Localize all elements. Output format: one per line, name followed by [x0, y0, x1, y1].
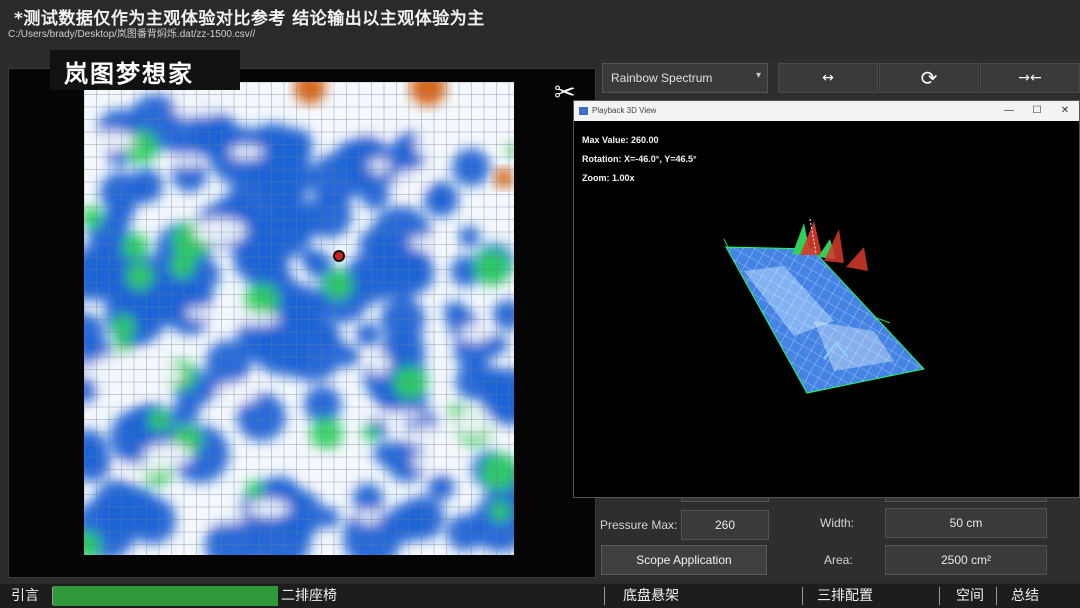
- chapter-divider: [939, 587, 940, 605]
- top-banner: *测试数据仅作为主观体验对比参考 结论输出以主观体验为主 C:/Users/br…: [0, 0, 1080, 42]
- maximize-icon[interactable]: ☐: [1023, 101, 1051, 121]
- app-icon: [579, 107, 588, 115]
- brand-watermark: 岚图梦想家: [50, 50, 240, 90]
- area-field[interactable]: 2500 cm²: [885, 545, 1047, 575]
- pressure-max-label: Pressure Max:: [600, 518, 678, 532]
- heatmap-canvas: [84, 82, 514, 555]
- chapter-intro[interactable]: 引言: [11, 586, 39, 606]
- expand-horizontal-button[interactable]: ↔: [778, 63, 878, 93]
- chapter-space[interactable]: 空间: [956, 586, 984, 606]
- expand-horizontal-icon: ↔: [822, 70, 834, 86]
- width-field[interactable]: 50 cm: [885, 508, 1047, 538]
- chapter-chassis[interactable]: 底盘悬架: [623, 586, 679, 606]
- window-title: Playback 3D View: [592, 106, 657, 115]
- chapter-summary[interactable]: 总结: [1011, 586, 1039, 606]
- rotate-button[interactable]: ⟳: [879, 63, 979, 93]
- area-label: Area:: [824, 553, 853, 567]
- window-titlebar[interactable]: Playback 3D View — ☐ ✕: [574, 101, 1079, 121]
- pressure-heatmap[interactable]: [84, 82, 514, 555]
- scope-application-button[interactable]: Scope Application: [601, 545, 767, 575]
- width-label: Width:: [820, 516, 855, 530]
- crosshair-marker[interactable]: [333, 250, 345, 262]
- spectrum-select[interactable]: Rainbow Spectrum ▾: [602, 63, 768, 93]
- chevron-down-icon: ▾: [755, 70, 761, 81]
- chapter-divider: [802, 587, 803, 605]
- close-icon[interactable]: ✕: [1051, 101, 1079, 121]
- compress-horizontal-icon: →←: [1018, 70, 1042, 86]
- rotate-icon: ⟳: [920, 66, 938, 90]
- chapter-divider: [52, 587, 53, 605]
- chapter-divider: [604, 587, 605, 605]
- chapter-second-row[interactable]: 二排座椅: [281, 586, 337, 606]
- minimize-icon[interactable]: —: [995, 101, 1023, 121]
- progress-fill: [53, 586, 278, 606]
- surface-3d-view[interactable]: [574, 121, 1079, 497]
- playback-3d-window[interactable]: Playback 3D View — ☐ ✕ Max Value: 260.00…: [573, 100, 1080, 498]
- file-path: C:/Users/brady/Desktop/岚图番背焖烁.dat/zz-150…: [8, 29, 256, 40]
- chapter-third-row[interactable]: 三排配置: [817, 586, 873, 606]
- pressure-max-field[interactable]: 260: [681, 510, 769, 540]
- spectrum-select-value: Rainbow Spectrum: [611, 71, 713, 85]
- chapter-divider: [996, 587, 997, 605]
- compress-horizontal-button[interactable]: →←: [980, 63, 1080, 93]
